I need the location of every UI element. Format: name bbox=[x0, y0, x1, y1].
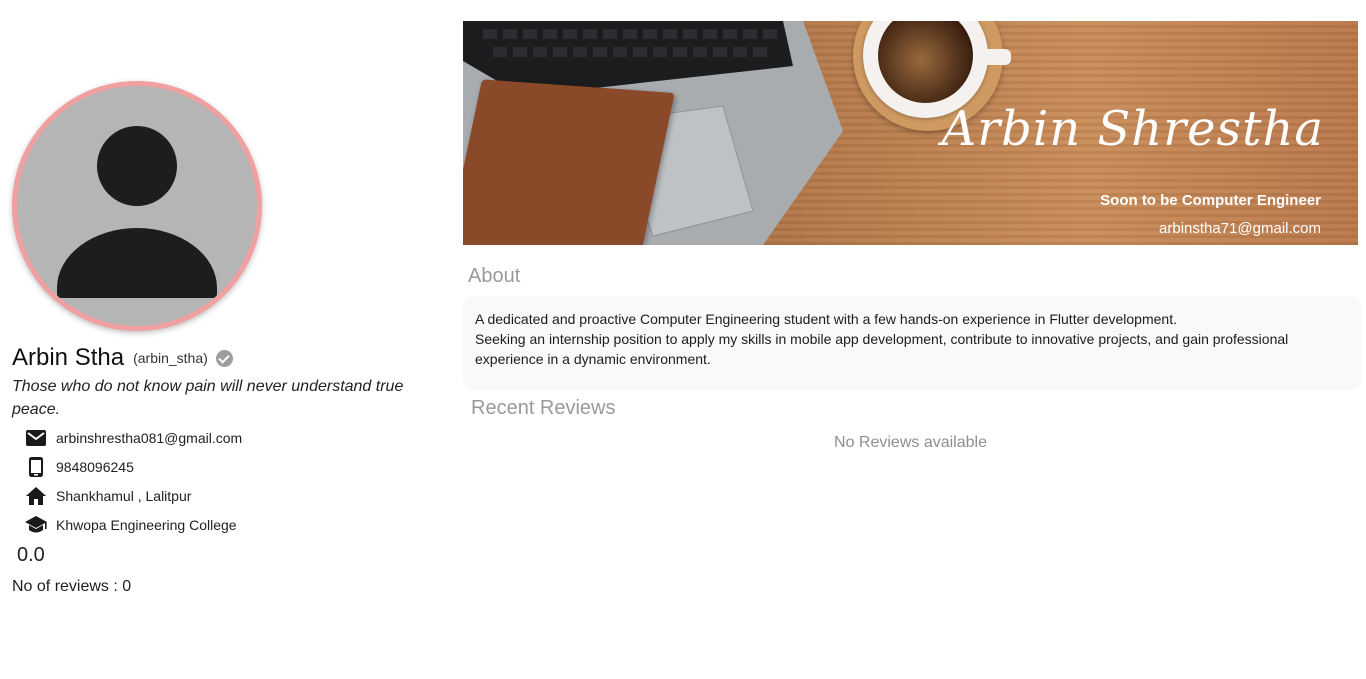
school-icon bbox=[24, 513, 48, 537]
profile-name: Arbin Stha bbox=[12, 344, 125, 371]
profile-avatar[interactable] bbox=[12, 81, 262, 331]
notebook-image bbox=[463, 79, 675, 245]
profile-bio: Those who do not know pain will never un… bbox=[12, 378, 404, 418]
phone-icon bbox=[24, 455, 48, 479]
banner-tagline: Soon to be Computer Engineer bbox=[1100, 192, 1321, 209]
no-reviews-text: No Reviews available bbox=[834, 434, 987, 451]
reviews-heading: Recent Reviews bbox=[471, 397, 616, 419]
rating-value: 0.0 bbox=[17, 544, 45, 566]
verified-check-icon bbox=[215, 349, 233, 367]
contact-address-text: Shankhamul , Lalitpur bbox=[56, 488, 192, 504]
contact-phone-row: 9848096245 bbox=[24, 456, 134, 478]
about-line-2: Seeking an internship position to apply … bbox=[475, 331, 1289, 367]
about-line-1: A dedicated and proactive Computer Engin… bbox=[475, 311, 1177, 327]
avatar-head-shape bbox=[97, 126, 177, 206]
contact-email-row: arbinshrestha081@gmail.com bbox=[24, 427, 242, 449]
mail-icon bbox=[24, 426, 48, 450]
profile-username: (arbin_stha) bbox=[133, 350, 208, 366]
name-row: Arbin Stha (arbin_stha) bbox=[12, 343, 233, 373]
about-card: A dedicated and proactive Computer Engin… bbox=[463, 296, 1361, 390]
about-heading: About bbox=[468, 265, 521, 287]
avatar-placeholder-icon bbox=[17, 86, 257, 326]
cup-handle-image bbox=[981, 49, 1011, 65]
avatar-body-shape bbox=[57, 228, 217, 298]
contact-email-text: arbinshrestha081@gmail.com bbox=[56, 430, 243, 446]
home-icon bbox=[24, 484, 48, 508]
contact-phone-text: 9848096245 bbox=[56, 459, 134, 475]
contact-college-text: Khwopa Engineering College bbox=[56, 517, 237, 533]
cover-banner: Arbin Shrestha Soon to be Computer Engin… bbox=[463, 21, 1358, 245]
contact-college-row: Khwopa Engineering College bbox=[24, 514, 237, 536]
contact-address-row: Shankhamul , Lalitpur bbox=[24, 485, 191, 507]
banner-signature: Arbin Shrestha bbox=[941, 101, 1324, 157]
banner-email: arbinstha71@gmail.com bbox=[1159, 220, 1321, 237]
review-count: No of reviews : 0 bbox=[12, 578, 132, 595]
